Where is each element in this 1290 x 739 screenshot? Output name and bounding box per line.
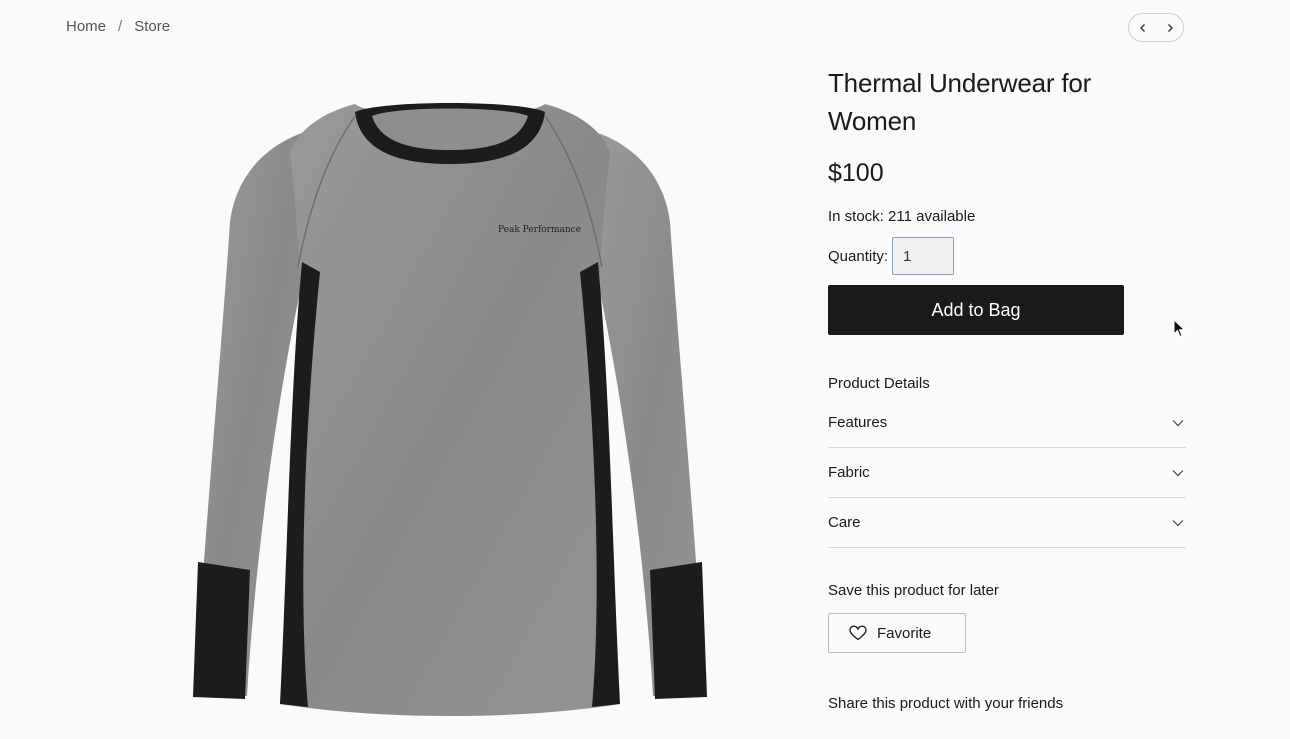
save-for-later-heading: Save this product for later: [828, 582, 999, 599]
previous-product-button[interactable]: [1129, 14, 1156, 41]
chevron-down-icon: [1172, 419, 1184, 426]
product-image: Peak Performance: [193, 103, 707, 716]
product-title: Thermal Underwear for Women: [828, 68, 1092, 136]
chevron-down-icon: [1172, 519, 1184, 526]
product-details-accordion: Features Fabric Care: [828, 398, 1186, 548]
product-info: Thermal Underwear for Women $100 In stoc…: [828, 64, 1186, 712]
breadcrumb-store-link[interactable]: Store: [134, 18, 170, 35]
chevron-right-icon: [1167, 23, 1173, 32]
quantity-label: Quantity:: [828, 247, 889, 265]
favorite-label: Favorite: [877, 624, 932, 642]
product-pager: [1128, 13, 1184, 42]
product-price: $100: [828, 159, 884, 187]
product-details-heading: Product Details: [828, 375, 930, 392]
mouse-cursor-icon: [1173, 319, 1186, 338]
accordion-fabric-label: Fabric: [828, 464, 870, 481]
breadcrumb-separator: /: [118, 18, 123, 35]
share-heading: Share this product with your friends: [828, 695, 1064, 712]
breadcrumb-home-link[interactable]: Home: [66, 18, 106, 35]
brand-logo-text: Peak Performance: [498, 225, 581, 235]
accordion-care[interactable]: Care: [828, 498, 1186, 548]
stock-status: In stock: 211 available: [828, 208, 976, 225]
chevron-down-icon: [1172, 469, 1184, 476]
quantity-row: Quantity:: [828, 237, 1186, 275]
accordion-fabric[interactable]: Fabric: [828, 448, 1186, 498]
favorite-button[interactable]: Favorite: [828, 613, 966, 653]
breadcrumb: Home / Store: [66, 18, 170, 35]
accordion-features-label: Features: [828, 414, 888, 431]
chevron-left-icon: [1139, 23, 1145, 32]
accordion-care-label: Care: [828, 514, 861, 531]
accordion-features[interactable]: Features: [828, 398, 1186, 448]
next-product-button[interactable]: [1156, 14, 1183, 41]
heart-icon: [849, 625, 867, 641]
quantity-input[interactable]: [892, 237, 955, 275]
add-to-bag-button[interactable]: Add to Bag: [828, 285, 1124, 335]
